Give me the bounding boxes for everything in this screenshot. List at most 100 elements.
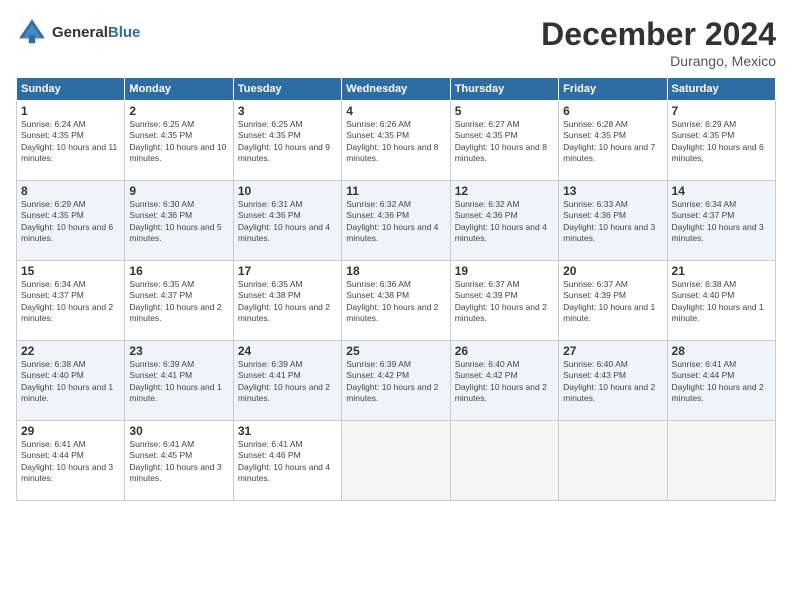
day-info: Sunrise: 6:25 AM Sunset: 4:35 PM Dayligh… [238,119,337,165]
table-row [342,421,450,501]
table-row: 13 Sunrise: 6:33 AM Sunset: 4:36 PM Dayl… [559,181,667,261]
day-info: Sunrise: 6:41 AM Sunset: 4:45 PM Dayligh… [129,439,228,485]
day-number: 15 [21,264,120,278]
table-row: 2 Sunrise: 6:25 AM Sunset: 4:35 PM Dayli… [125,101,233,181]
day-number: 23 [129,344,228,358]
day-number: 8 [21,184,120,198]
table-row: 22 Sunrise: 6:38 AM Sunset: 4:40 PM Dayl… [17,341,125,421]
table-row: 11 Sunrise: 6:32 AM Sunset: 4:36 PM Dayl… [342,181,450,261]
day-number: 14 [672,184,771,198]
day-number: 20 [563,264,662,278]
day-number: 19 [455,264,554,278]
day-number: 1 [21,104,120,118]
table-row: 3 Sunrise: 6:25 AM Sunset: 4:35 PM Dayli… [233,101,341,181]
day-info: Sunrise: 6:39 AM Sunset: 4:42 PM Dayligh… [346,359,445,405]
day-number: 7 [672,104,771,118]
table-row: 16 Sunrise: 6:35 AM Sunset: 4:37 PM Dayl… [125,261,233,341]
table-row: 28 Sunrise: 6:41 AM Sunset: 4:44 PM Dayl… [667,341,775,421]
day-info: Sunrise: 6:26 AM Sunset: 4:35 PM Dayligh… [346,119,445,165]
day-number: 26 [455,344,554,358]
header: GeneralBlue December 2024 Durango, Mexic… [16,16,776,69]
table-row: 10 Sunrise: 6:31 AM Sunset: 4:36 PM Dayl… [233,181,341,261]
table-row: 5 Sunrise: 6:27 AM Sunset: 4:35 PM Dayli… [450,101,558,181]
day-number: 21 [672,264,771,278]
day-number: 17 [238,264,337,278]
table-row: 1 Sunrise: 6:24 AM Sunset: 4:35 PM Dayli… [17,101,125,181]
table-row: 29 Sunrise: 6:41 AM Sunset: 4:44 PM Dayl… [17,421,125,501]
day-info: Sunrise: 6:34 AM Sunset: 4:37 PM Dayligh… [21,279,120,325]
day-info: Sunrise: 6:37 AM Sunset: 4:39 PM Dayligh… [455,279,554,325]
table-row: 20 Sunrise: 6:37 AM Sunset: 4:39 PM Dayl… [559,261,667,341]
calendar-row: 22 Sunrise: 6:38 AM Sunset: 4:40 PM Dayl… [17,341,776,421]
table-row: 27 Sunrise: 6:40 AM Sunset: 4:43 PM Dayl… [559,341,667,421]
table-row: 15 Sunrise: 6:34 AM Sunset: 4:37 PM Dayl… [17,261,125,341]
calendar-row: 15 Sunrise: 6:34 AM Sunset: 4:37 PM Dayl… [17,261,776,341]
day-info: Sunrise: 6:24 AM Sunset: 4:35 PM Dayligh… [21,119,120,165]
day-number: 18 [346,264,445,278]
day-number: 31 [238,424,337,438]
table-row: 25 Sunrise: 6:39 AM Sunset: 4:42 PM Dayl… [342,341,450,421]
day-info: Sunrise: 6:35 AM Sunset: 4:38 PM Dayligh… [238,279,337,325]
calendar-row: 8 Sunrise: 6:29 AM Sunset: 4:35 PM Dayli… [17,181,776,261]
table-row: 12 Sunrise: 6:32 AM Sunset: 4:36 PM Dayl… [450,181,558,261]
table-row: 30 Sunrise: 6:41 AM Sunset: 4:45 PM Dayl… [125,421,233,501]
table-row: 6 Sunrise: 6:28 AM Sunset: 4:35 PM Dayli… [559,101,667,181]
page: GeneralBlue December 2024 Durango, Mexic… [0,0,792,612]
table-row: 26 Sunrise: 6:40 AM Sunset: 4:42 PM Dayl… [450,341,558,421]
table-row [667,421,775,501]
day-info: Sunrise: 6:41 AM Sunset: 4:46 PM Dayligh… [238,439,337,485]
day-number: 25 [346,344,445,358]
table-row: 9 Sunrise: 6:30 AM Sunset: 4:36 PM Dayli… [125,181,233,261]
day-number: 28 [672,344,771,358]
day-number: 24 [238,344,337,358]
table-row: 14 Sunrise: 6:34 AM Sunset: 4:37 PM Dayl… [667,181,775,261]
day-number: 30 [129,424,228,438]
day-number: 16 [129,264,228,278]
day-number: 4 [346,104,445,118]
logo-icon [16,16,48,48]
day-info: Sunrise: 6:41 AM Sunset: 4:44 PM Dayligh… [21,439,120,485]
day-number: 13 [563,184,662,198]
day-number: 9 [129,184,228,198]
day-number: 10 [238,184,337,198]
month-title: December 2024 [541,16,776,53]
table-row: 4 Sunrise: 6:26 AM Sunset: 4:35 PM Dayli… [342,101,450,181]
location: Durango, Mexico [541,53,776,69]
title-area: December 2024 Durango, Mexico [541,16,776,69]
table-row: 23 Sunrise: 6:39 AM Sunset: 4:41 PM Dayl… [125,341,233,421]
col-wednesday: Wednesday [342,78,450,101]
col-friday: Friday [559,78,667,101]
day-info: Sunrise: 6:32 AM Sunset: 4:36 PM Dayligh… [455,199,554,245]
day-info: Sunrise: 6:31 AM Sunset: 4:36 PM Dayligh… [238,199,337,245]
calendar-row: 29 Sunrise: 6:41 AM Sunset: 4:44 PM Dayl… [17,421,776,501]
table-row: 19 Sunrise: 6:37 AM Sunset: 4:39 PM Dayl… [450,261,558,341]
day-info: Sunrise: 6:38 AM Sunset: 4:40 PM Dayligh… [21,359,120,405]
col-monday: Monday [125,78,233,101]
day-info: Sunrise: 6:34 AM Sunset: 4:37 PM Dayligh… [672,199,771,245]
calendar: Sunday Monday Tuesday Wednesday Thursday… [16,77,776,501]
day-info: Sunrise: 6:39 AM Sunset: 4:41 PM Dayligh… [129,359,228,405]
day-number: 12 [455,184,554,198]
day-info: Sunrise: 6:25 AM Sunset: 4:35 PM Dayligh… [129,119,228,165]
day-info: Sunrise: 6:38 AM Sunset: 4:40 PM Dayligh… [672,279,771,325]
day-info: Sunrise: 6:33 AM Sunset: 4:36 PM Dayligh… [563,199,662,245]
header-row: Sunday Monday Tuesday Wednesday Thursday… [17,78,776,101]
day-info: Sunrise: 6:32 AM Sunset: 4:36 PM Dayligh… [346,199,445,245]
day-info: Sunrise: 6:29 AM Sunset: 4:35 PM Dayligh… [672,119,771,165]
table-row [450,421,558,501]
day-info: Sunrise: 6:36 AM Sunset: 4:38 PM Dayligh… [346,279,445,325]
col-thursday: Thursday [450,78,558,101]
day-info: Sunrise: 6:41 AM Sunset: 4:44 PM Dayligh… [672,359,771,405]
table-row: 7 Sunrise: 6:29 AM Sunset: 4:35 PM Dayli… [667,101,775,181]
logo-text: GeneralBlue [52,24,140,41]
day-info: Sunrise: 6:35 AM Sunset: 4:37 PM Dayligh… [129,279,228,325]
table-row: 21 Sunrise: 6:38 AM Sunset: 4:40 PM Dayl… [667,261,775,341]
day-info: Sunrise: 6:29 AM Sunset: 4:35 PM Dayligh… [21,199,120,245]
day-number: 3 [238,104,337,118]
logo: GeneralBlue [16,16,140,48]
table-row [559,421,667,501]
day-info: Sunrise: 6:27 AM Sunset: 4:35 PM Dayligh… [455,119,554,165]
day-number: 22 [21,344,120,358]
table-row: 24 Sunrise: 6:39 AM Sunset: 4:41 PM Dayl… [233,341,341,421]
day-info: Sunrise: 6:30 AM Sunset: 4:36 PM Dayligh… [129,199,228,245]
